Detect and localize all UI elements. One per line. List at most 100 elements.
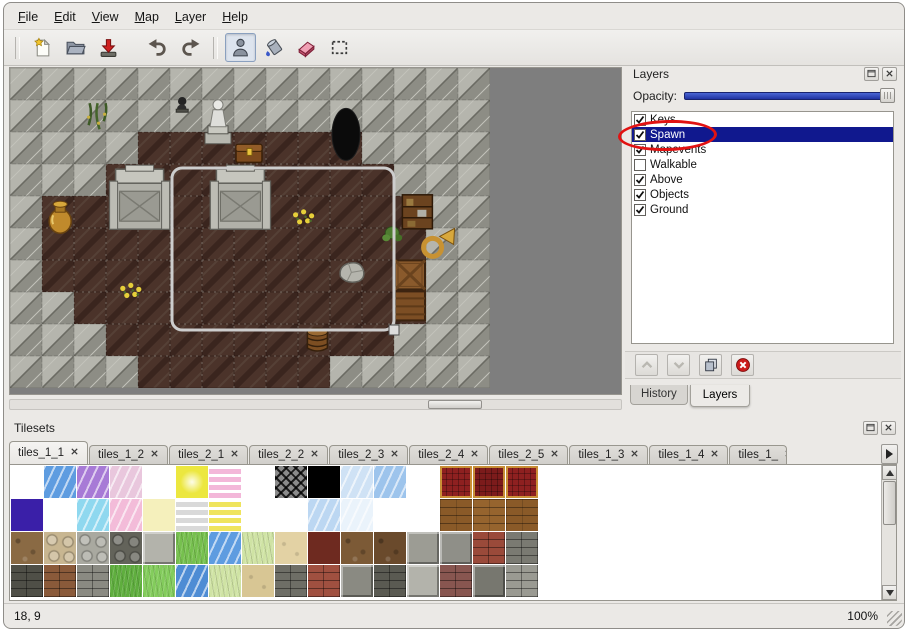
menu-layer[interactable]: Layer	[167, 7, 214, 27]
tile-swatch[interactable]	[473, 466, 505, 498]
tile-swatch[interactable]	[341, 466, 373, 498]
layer-row-walkable[interactable]: Walkable	[632, 157, 893, 172]
dock-tab-history[interactable]: History	[630, 385, 688, 405]
layer-row-spawn[interactable]: Spawn	[632, 127, 893, 142]
tile-swatch[interactable]	[44, 466, 76, 498]
map-view[interactable]	[9, 67, 622, 395]
eraser-tool-button[interactable]	[291, 33, 322, 62]
tile-swatch[interactable]	[176, 565, 208, 597]
tilesets-dock-close-button[interactable]	[881, 421, 896, 435]
undo-button[interactable]	[142, 33, 173, 62]
close-tab-icon[interactable]	[630, 449, 639, 461]
tile-swatch[interactable]	[242, 532, 274, 564]
tile-swatch[interactable]	[209, 532, 241, 564]
new-file-button[interactable]	[27, 33, 58, 62]
tileset-tab-tiles_2_2[interactable]: tiles_2_2	[249, 445, 328, 464]
save-import-button[interactable]	[93, 33, 124, 62]
tile-swatch[interactable]	[143, 565, 175, 597]
scrollbar-thumb[interactable]	[428, 400, 482, 409]
tile-swatch[interactable]	[77, 532, 109, 564]
tile-swatch[interactable]	[341, 499, 373, 531]
tile-swatch[interactable]	[77, 499, 109, 531]
tab-scroll-right-button[interactable]	[881, 444, 898, 464]
layer-row-ground[interactable]: Ground	[632, 202, 893, 217]
tile-swatch[interactable]	[275, 499, 307, 531]
tile-swatch[interactable]	[473, 532, 505, 564]
tile-swatch[interactable]	[506, 499, 538, 531]
tileset-tab-tiles_2_1[interactable]: tiles_2_1	[169, 445, 248, 464]
tile-swatch[interactable]	[11, 499, 43, 531]
tile-swatch[interactable]	[440, 565, 472, 597]
scroll-down-button[interactable]	[882, 585, 897, 600]
tile-swatch[interactable]	[506, 466, 538, 498]
delete-layer-button[interactable]	[731, 354, 754, 376]
menu-edit[interactable]: Edit	[46, 7, 84, 27]
layers-dock-float-button[interactable]	[864, 67, 879, 81]
redo-button[interactable]	[175, 33, 206, 62]
move-up-layer-button[interactable]	[635, 354, 658, 376]
open-folder-button[interactable]	[60, 33, 91, 62]
dock-tab-layers[interactable]: Layers	[690, 385, 751, 407]
toolbar-handle[interactable]	[15, 37, 20, 59]
layer-visibility-checkbox[interactable]	[634, 129, 646, 141]
tile-swatch[interactable]	[242, 565, 274, 597]
tileset-tab-tiles_1[interactable]: tiles_1_	[729, 445, 787, 464]
close-tab-icon[interactable]	[784, 449, 787, 461]
tile-swatch[interactable]	[407, 532, 439, 564]
duplicate-layer-button[interactable]	[699, 354, 722, 376]
tileset-tab-tiles_2_5[interactable]: tiles_2_5	[489, 445, 568, 464]
tile-swatch[interactable]	[308, 532, 340, 564]
close-tab-icon[interactable]	[70, 447, 79, 459]
select-tool-button[interactable]	[324, 33, 355, 62]
map-canvas[interactable]	[10, 68, 490, 388]
close-tab-icon[interactable]	[390, 449, 399, 461]
tile-swatch[interactable]	[143, 466, 175, 498]
tileset-vertical-scrollbar[interactable]	[881, 465, 896, 600]
close-tab-icon[interactable]	[710, 449, 719, 461]
layers-dock-close-button[interactable]	[882, 67, 897, 81]
move-down-layer-button[interactable]	[667, 354, 690, 376]
layer-row-above[interactable]: Above	[632, 172, 893, 187]
tileset-tab-tiles_2_4[interactable]: tiles_2_4	[409, 445, 488, 464]
tile-swatch[interactable]	[308, 499, 340, 531]
tile-swatch[interactable]	[506, 565, 538, 597]
tile-swatch[interactable]	[407, 565, 439, 597]
tile-swatch[interactable]	[473, 499, 505, 531]
menu-map[interactable]: Map	[127, 7, 167, 27]
tile-swatch[interactable]	[209, 565, 241, 597]
layer-row-objects[interactable]: Objects	[632, 187, 893, 202]
tileset-tab-tiles_1_2[interactable]: tiles_1_2	[89, 445, 168, 464]
tile-swatch[interactable]	[407, 466, 439, 498]
close-tab-icon[interactable]	[470, 449, 479, 461]
resize-grip[interactable]	[887, 611, 902, 626]
layer-row-mapevents[interactable]: Mapevents	[632, 142, 893, 157]
tile-swatch[interactable]	[110, 532, 142, 564]
tile-swatch[interactable]	[242, 499, 274, 531]
close-tab-icon[interactable]	[150, 449, 159, 461]
tile-swatch[interactable]	[209, 466, 241, 498]
toolbar-handle[interactable]	[213, 37, 218, 59]
tile-swatch[interactable]	[308, 466, 340, 498]
tile-swatch[interactable]	[374, 466, 406, 498]
opacity-slider[interactable]	[684, 88, 895, 103]
tile-swatch[interactable]	[77, 565, 109, 597]
layer-visibility-checkbox[interactable]	[634, 159, 646, 171]
tileset-tab-tiles_1_1[interactable]: tiles_1_1	[9, 441, 88, 464]
tile-swatch[interactable]	[275, 565, 307, 597]
tile-swatch[interactable]	[11, 532, 43, 564]
tile-swatch[interactable]	[110, 499, 142, 531]
tile-swatch[interactable]	[176, 499, 208, 531]
tile-swatch[interactable]	[143, 532, 175, 564]
scrollbar-thumb[interactable]	[883, 481, 896, 525]
tile-swatch[interactable]	[506, 532, 538, 564]
player-tool-button[interactable]	[225, 33, 256, 62]
menu-view[interactable]: View	[84, 7, 127, 27]
tile-swatch[interactable]	[374, 532, 406, 564]
tile-swatch[interactable]	[110, 565, 142, 597]
tile-swatch[interactable]	[44, 565, 76, 597]
tilesets-dock-float-button[interactable]	[863, 421, 878, 435]
tile-swatch[interactable]	[143, 499, 175, 531]
tile-swatch[interactable]	[275, 466, 307, 498]
tile-swatch[interactable]	[341, 565, 373, 597]
layer-visibility-checkbox[interactable]	[634, 144, 646, 156]
